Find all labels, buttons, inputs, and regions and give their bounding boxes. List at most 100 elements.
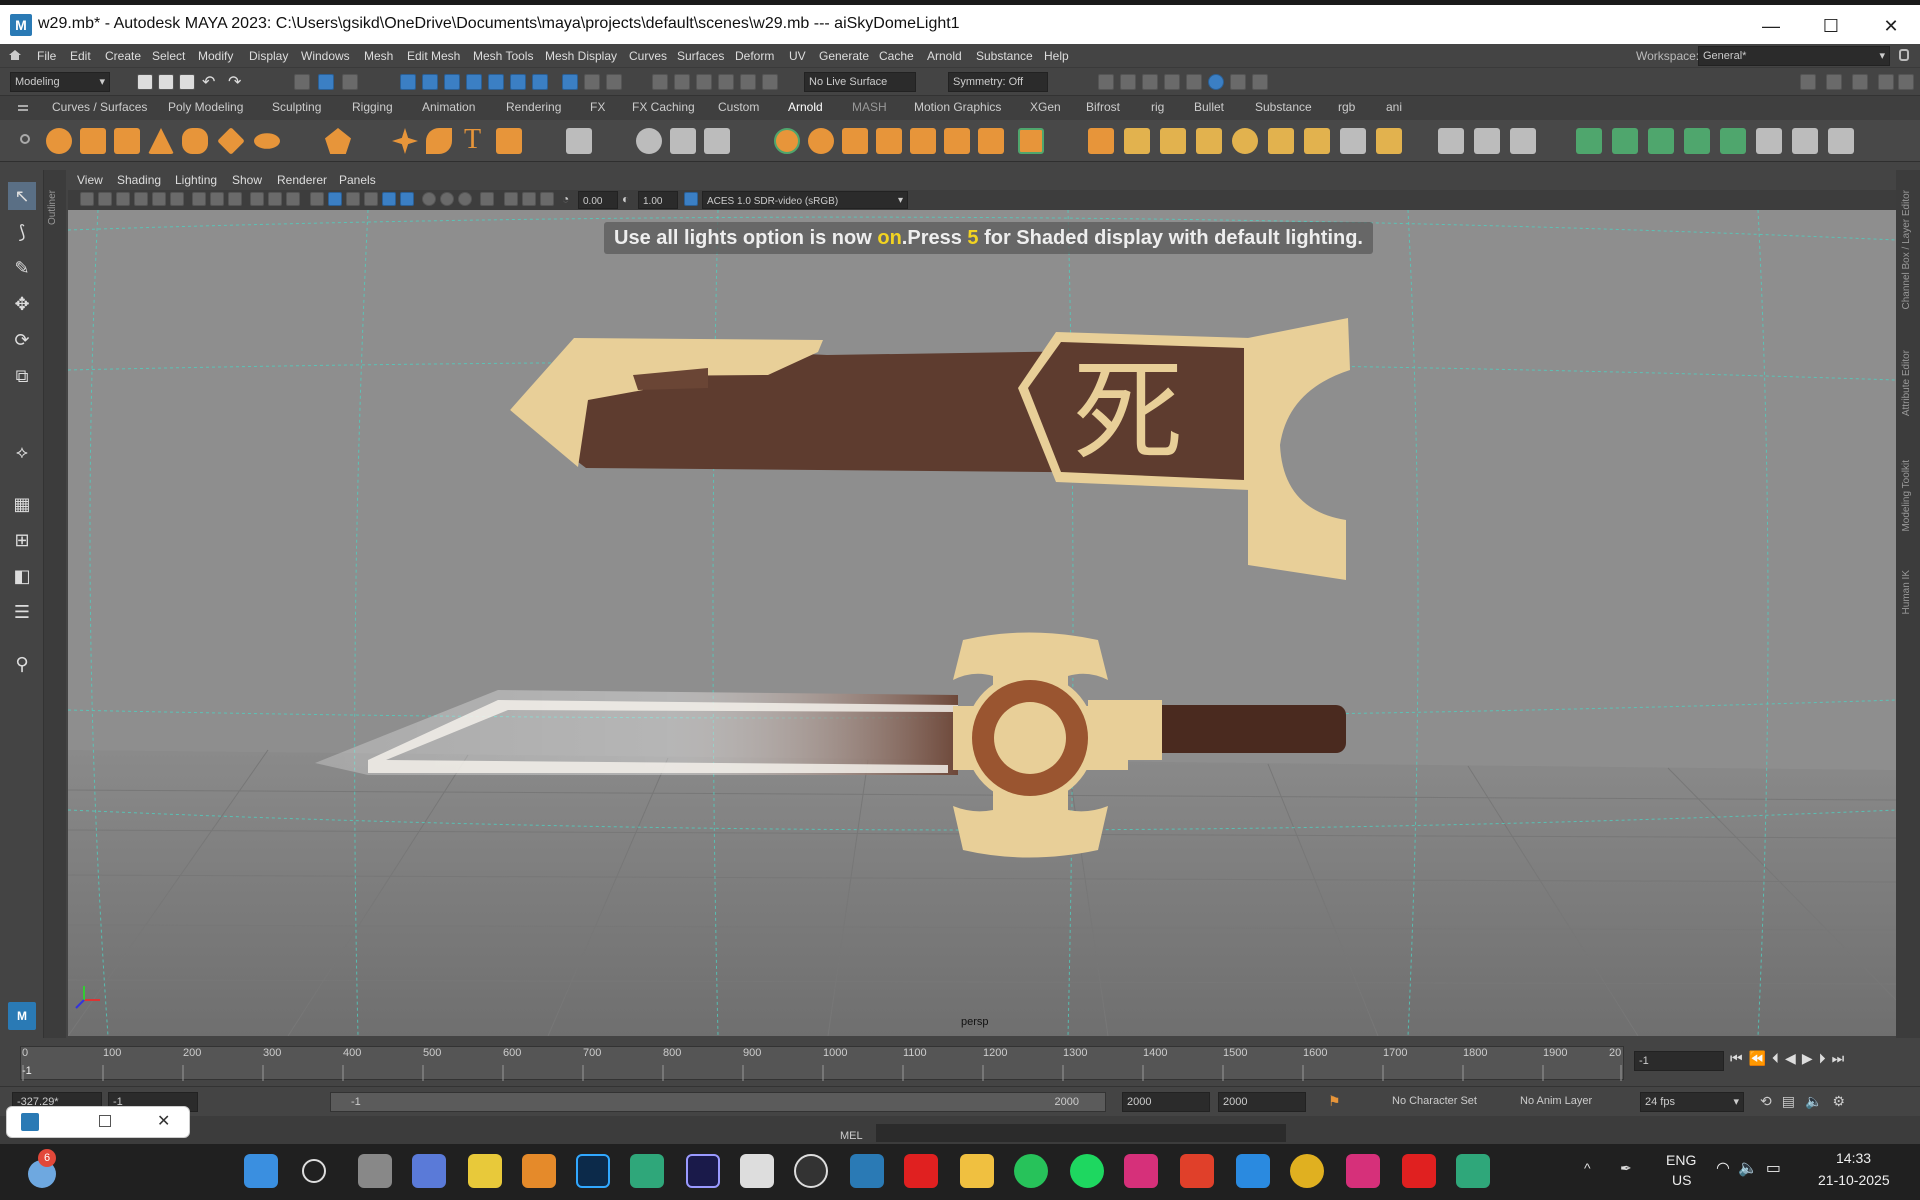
tab-bullet[interactable]: Bullet <box>1194 100 1224 114</box>
whatsapp-icon[interactable] <box>1014 1154 1048 1188</box>
range-slider[interactable]: -1 2000 <box>330 1092 1106 1112</box>
bridge-icon[interactable] <box>1018 128 1044 154</box>
open-scene-icon[interactable] <box>158 74 174 90</box>
offset-edge-loop-icon[interactable] <box>1510 128 1536 154</box>
isolate-select-icon[interactable] <box>480 192 494 206</box>
character-set-select[interactable]: No Character Set <box>1392 1095 1477 1107</box>
snap-point-icon[interactable] <box>444 74 460 90</box>
freeze-transform-icon[interactable] <box>704 128 730 154</box>
menu-windows[interactable]: Windows <box>301 49 350 63</box>
construction-lock-icon[interactable] <box>584 74 600 90</box>
camera-attributes-icon[interactable] <box>98 192 112 206</box>
smooth-shade-icon[interactable] <box>328 192 342 206</box>
snap-grid-icon[interactable] <box>400 74 416 90</box>
mel-input[interactable] <box>876 1124 1286 1142</box>
auto-key-icon[interactable]: ⚑ <box>1328 1093 1341 1110</box>
tab-rig[interactable]: rig <box>1151 100 1164 114</box>
bridge-edge-icon[interactable] <box>1160 128 1186 154</box>
play-backwards-icon[interactable]: ◀ <box>1785 1050 1802 1066</box>
minimized-window-popup[interactable]: ✕ <box>6 1106 190 1138</box>
close-button[interactable]: ✕ <box>1868 11 1914 43</box>
restore-icon[interactable] <box>99 1115 111 1127</box>
snap-curve-icon[interactable] <box>422 74 438 90</box>
clock-time[interactable]: 14:33 <box>1836 1150 1871 1166</box>
field-chart-icon[interactable] <box>268 192 282 206</box>
anim-prefs-icon[interactable]: ⚙ <box>1832 1093 1855 1109</box>
combine-icon[interactable] <box>774 128 800 154</box>
sweep-mesh-icon[interactable] <box>426 128 452 154</box>
sym-select-icon[interactable] <box>718 74 734 90</box>
extrude-icon[interactable] <box>1088 128 1114 154</box>
last-tool-icon[interactable]: ⟡ <box>8 438 36 466</box>
poly-cylinder-icon[interactable] <box>114 128 140 154</box>
screen-space-ao-icon[interactable] <box>440 192 454 206</box>
extract-icon[interactable] <box>978 128 1004 154</box>
tweak-select-icon[interactable] <box>762 74 778 90</box>
symmetry-select[interactable]: Symmetry: Off <box>948 72 1048 92</box>
make-hole-icon[interactable] <box>1268 128 1294 154</box>
sew-uv-icon[interactable] <box>1792 128 1818 154</box>
redo-icon[interactable]: ↷ <box>228 72 241 92</box>
delete-history-icon[interactable] <box>670 128 696 154</box>
layers-toggle-icon[interactable] <box>1898 74 1914 90</box>
panel-menu-show[interactable]: Show <box>232 173 262 187</box>
loop-icon[interactable]: ⟲ <box>1760 1093 1782 1109</box>
menu-curves[interactable]: Curves <box>629 49 667 63</box>
channel-box-tab[interactable]: Channel Box / Layer Editor <box>1901 190 1912 310</box>
blender-icon[interactable] <box>522 1154 556 1188</box>
tab-poly-modeling[interactable]: Poly Modeling <box>168 100 243 114</box>
instagram-icon[interactable] <box>1124 1154 1158 1188</box>
tab-bifrost[interactable]: Bifrost <box>1086 100 1120 114</box>
menu-select[interactable]: Select <box>152 49 185 63</box>
menu-mesh-tools[interactable]: Mesh Tools <box>473 49 533 63</box>
grid-toggle-icon[interactable] <box>192 192 206 206</box>
step-forward-frame-icon[interactable]: ⏵ <box>1819 1050 1832 1066</box>
wifi-icon[interactable]: ◠ <box>1716 1160 1738 1177</box>
menu-edit-mesh[interactable]: Edit Mesh <box>407 49 460 63</box>
sticky-app-icon[interactable] <box>468 1154 502 1188</box>
tray-chevron-icon[interactable]: ^ <box>1584 1160 1591 1176</box>
planar-map-icon[interactable] <box>1648 128 1674 154</box>
xray-joints-icon[interactable] <box>522 192 536 206</box>
select-object-icon[interactable] <box>318 74 334 90</box>
play-forwards-icon[interactable]: ▶ <box>1802 1050 1819 1066</box>
render-view-icon[interactable] <box>1098 74 1114 90</box>
boolean-union-icon[interactable] <box>876 128 902 154</box>
svg-tool-icon[interactable] <box>496 128 522 154</box>
playback-end-field[interactable]: 2000 <box>1122 1092 1210 1112</box>
attribute-editor-tab[interactable]: Attribute Editor <box>1901 350 1912 416</box>
backface-culling-icon[interactable] <box>540 192 554 206</box>
snap-projected-icon[interactable] <box>466 74 482 90</box>
unfold-icon[interactable] <box>1576 128 1602 154</box>
menu-mesh-display[interactable]: Mesh Display <box>545 49 617 63</box>
soft-select-icon[interactable] <box>696 74 712 90</box>
workspace-select[interactable]: General* ▾ <box>1698 46 1890 66</box>
modeling-toolkit-toggle-icon[interactable] <box>1878 74 1894 90</box>
fill-hole-icon[interactable] <box>1232 128 1258 154</box>
grease-pencil-icon[interactable] <box>170 192 184 206</box>
volume-icon[interactable]: 🔈 <box>1738 1160 1766 1177</box>
start-icon[interactable] <box>244 1154 278 1188</box>
step-back-key-icon[interactable]: ⏪ <box>1749 1050 1772 1066</box>
menu-display[interactable]: Display <box>249 49 288 63</box>
obs-icon[interactable] <box>794 1154 828 1188</box>
tab-ani[interactable]: ani <box>1386 100 1402 114</box>
close-icon[interactable]: ✕ <box>157 1111 170 1131</box>
unfold-edges-icon[interactable] <box>1828 128 1854 154</box>
exposure-field[interactable]: 0.00 <box>578 191 618 209</box>
cut-uv-icon[interactable] <box>1720 128 1746 154</box>
ipr-render-icon[interactable] <box>1142 74 1158 90</box>
panel-menu-lighting[interactable]: Lighting <box>175 173 217 187</box>
menu-uv[interactable]: UV <box>789 49 806 63</box>
uv-editor-icon[interactable] <box>566 128 592 154</box>
panel-menu-shading[interactable]: Shading <box>117 173 161 187</box>
menu-file[interactable]: File <box>37 49 56 63</box>
go-to-end-icon[interactable]: ⏭ <box>1832 1050 1851 1066</box>
checker-map-icon[interactable] <box>1756 128 1782 154</box>
move-tool-icon[interactable]: ✥ <box>8 290 36 318</box>
xray-icon[interactable] <box>504 192 518 206</box>
tab-fx[interactable]: FX <box>590 100 605 114</box>
append-poly-icon[interactable] <box>1196 128 1222 154</box>
four-view-layout-icon[interactable]: ⊞ <box>8 526 36 554</box>
channel-box-toggle-icon[interactable] <box>1800 74 1816 90</box>
